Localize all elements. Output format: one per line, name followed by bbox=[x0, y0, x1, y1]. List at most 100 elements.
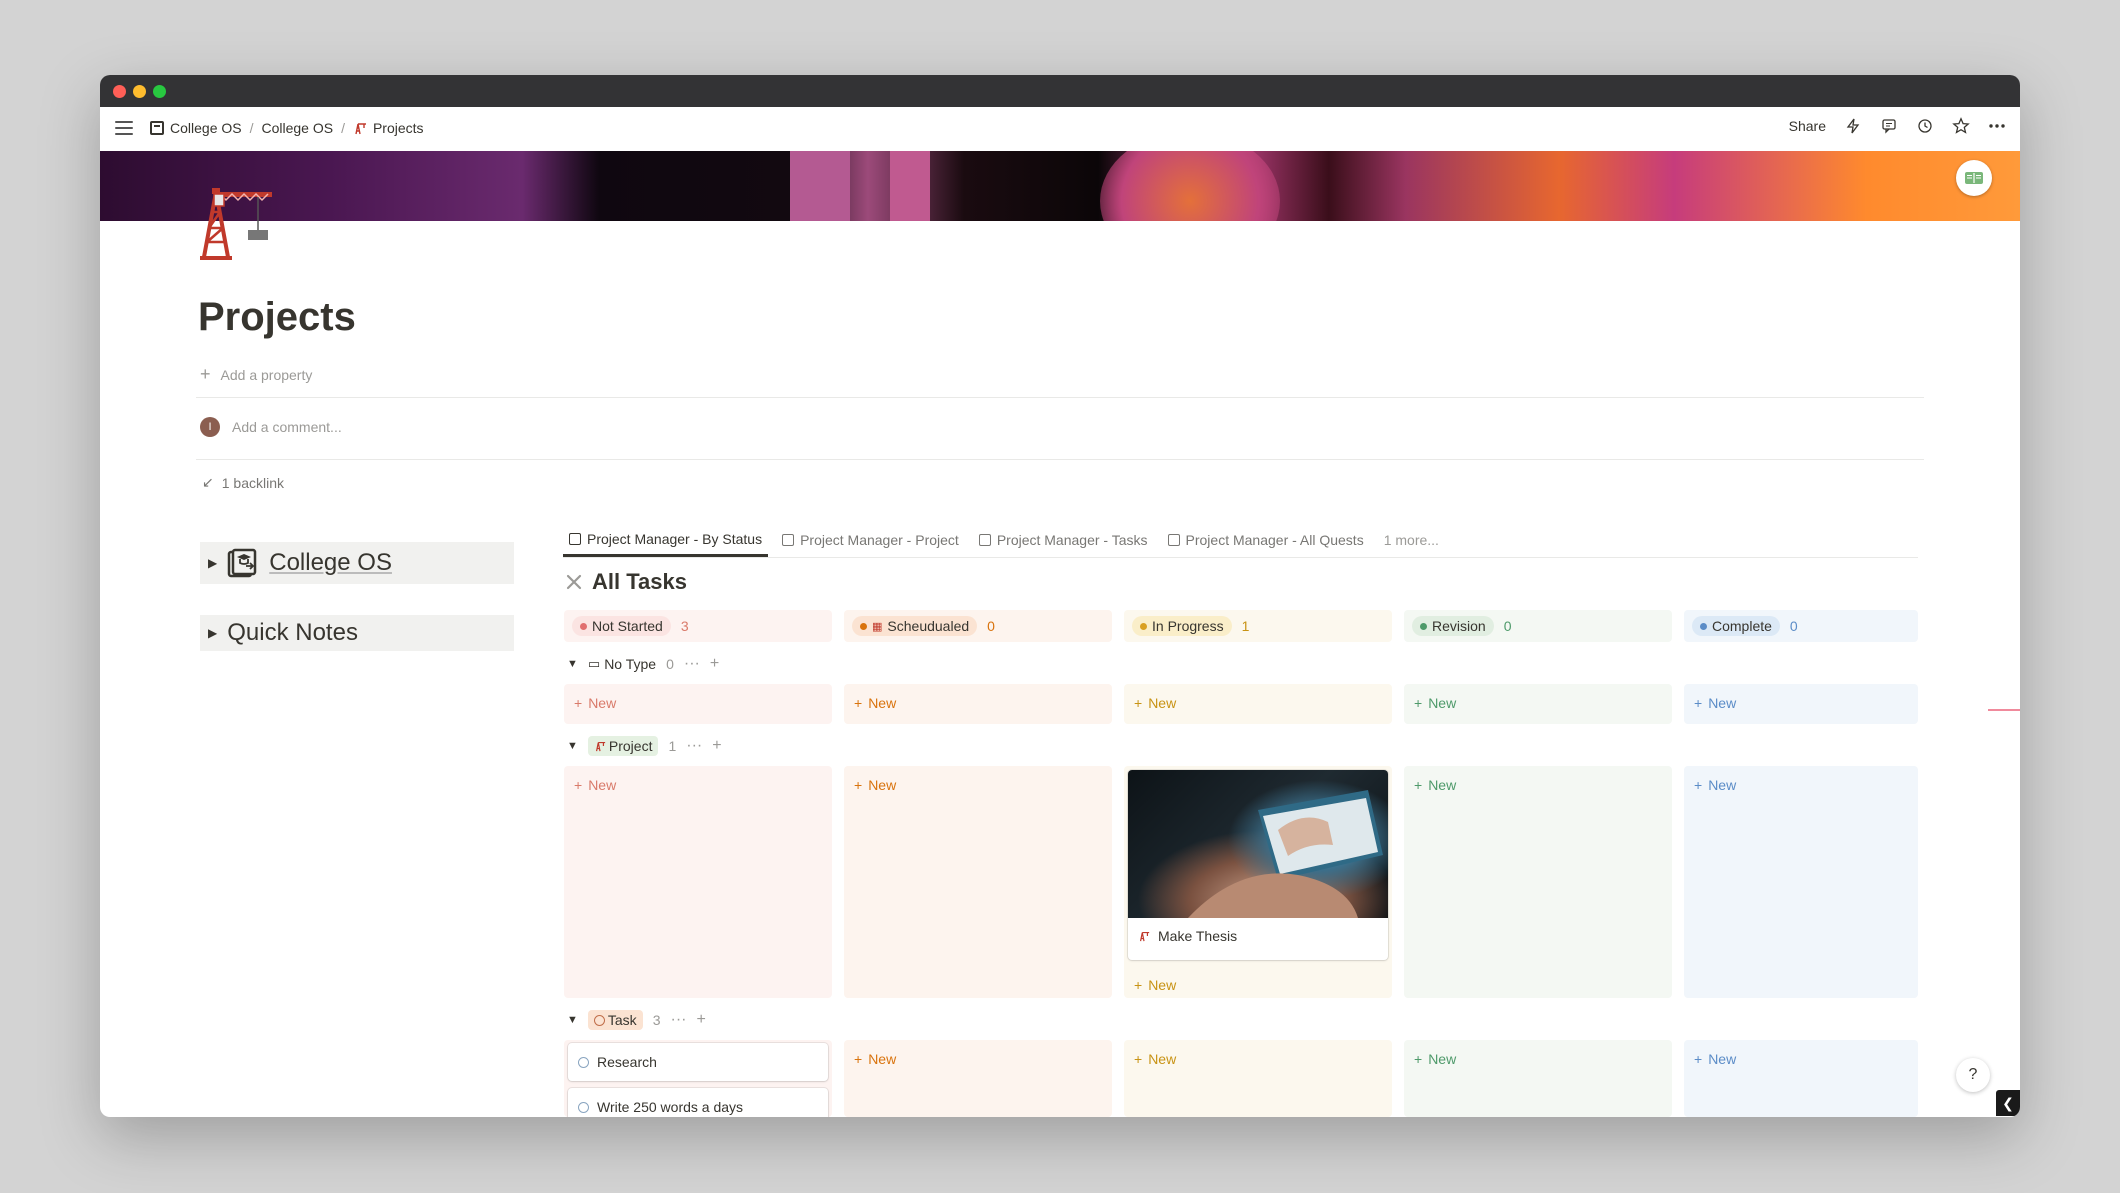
tab-tasks[interactable]: Project Manager - Tasks bbox=[973, 523, 1154, 557]
new-card-button[interactable]: + New bbox=[1134, 977, 1176, 993]
column-count: 0 bbox=[1503, 618, 1512, 634]
lightning-icon[interactable] bbox=[1844, 117, 1862, 135]
group-no-type: ▼ ▭ No Type 0 ··· + bbox=[567, 655, 719, 673]
inbox-icon: ▭ bbox=[587, 656, 601, 671]
tab-all-quests[interactable]: Project Manager - All Quests bbox=[1162, 523, 1370, 557]
comment-icon[interactable] bbox=[1880, 117, 1898, 135]
status-label: In Progress bbox=[1152, 618, 1224, 634]
board-cell bbox=[1684, 766, 1918, 998]
plus-icon: + bbox=[854, 695, 863, 711]
group-project: ▼ Project 1 ··· + bbox=[567, 736, 722, 756]
comment-input[interactable]: I Add a comment... bbox=[200, 417, 342, 437]
help-button[interactable]: ? bbox=[1956, 1058, 1990, 1092]
add-property-button[interactable]: + Add a property bbox=[200, 364, 312, 385]
clock-icon[interactable] bbox=[1916, 117, 1934, 135]
clock-icon bbox=[578, 1101, 589, 1113]
new-card-button[interactable]: + New bbox=[854, 1051, 896, 1067]
share-button[interactable]: Share bbox=[1789, 118, 1826, 134]
clock-icon bbox=[593, 1014, 605, 1026]
triangle-down-icon[interactable]: ▼ bbox=[567, 658, 578, 670]
triangle-right-icon[interactable]: ▶ bbox=[208, 556, 217, 570]
new-card-button[interactable]: + New bbox=[1134, 695, 1176, 711]
card-title: Research bbox=[568, 1043, 828, 1081]
status-pill: Revision bbox=[1412, 616, 1494, 636]
plus-icon[interactable]: + bbox=[696, 1011, 705, 1029]
triangle-right-icon[interactable]: ▶ bbox=[208, 626, 217, 640]
toggle-college-os[interactable]: ▶ College OS bbox=[200, 542, 514, 584]
new-card-button[interactable]: + New bbox=[1694, 695, 1736, 711]
status-pill: Not Started bbox=[572, 616, 671, 636]
card-write-250-words[interactable]: Write 250 words a days bbox=[568, 1088, 828, 1117]
tab-by-status[interactable]: Project Manager - By Status bbox=[563, 523, 769, 557]
card-title-label: Write 250 words a days bbox=[597, 1099, 744, 1115]
more-icon[interactable]: ··· bbox=[670, 1011, 686, 1029]
new-card-button[interactable]: + New bbox=[1414, 777, 1456, 793]
close-window-button[interactable] bbox=[113, 85, 126, 98]
breadcrumb-college-os-root[interactable]: College OS bbox=[148, 120, 244, 136]
column-header-in-progress[interactable]: In Progress 1 bbox=[1124, 610, 1392, 642]
group-pill[interactable]: Project bbox=[587, 736, 659, 756]
column-count: 3 bbox=[680, 618, 689, 634]
column-header-scheudualed[interactable]: ▦ Scheudualed 0 bbox=[844, 610, 1112, 642]
more-icon[interactable]: ··· bbox=[686, 737, 702, 755]
new-label: New bbox=[1148, 977, 1177, 993]
triangle-down-icon[interactable]: ▼ bbox=[567, 1014, 578, 1026]
more-icon[interactable]: ··· bbox=[684, 655, 700, 673]
tab-label: Project Manager - Project bbox=[800, 532, 959, 548]
tab-project[interactable]: Project Manager - Project bbox=[776, 523, 965, 557]
new-label: New bbox=[868, 777, 897, 793]
new-label: New bbox=[1428, 777, 1457, 793]
group-label[interactable]: No Type bbox=[604, 656, 656, 672]
backlink-button[interactable]: ↙ 1 backlink bbox=[202, 474, 284, 491]
card-make-thesis[interactable]: Make Thesis bbox=[1128, 770, 1388, 960]
notebook-icon bbox=[150, 121, 164, 135]
plus-icon: + bbox=[1134, 977, 1143, 993]
new-card-button[interactable]: + New bbox=[1134, 1051, 1176, 1067]
crane-icon[interactable] bbox=[196, 180, 278, 260]
plus-icon[interactable]: + bbox=[710, 655, 719, 673]
status-pill: ▦ Scheudualed bbox=[852, 616, 978, 636]
triangle-down-icon[interactable]: ▼ bbox=[567, 740, 578, 752]
divider bbox=[196, 397, 1924, 398]
tools-icon bbox=[566, 574, 582, 590]
column-header-not-started[interactable]: Not Started 3 bbox=[564, 610, 832, 642]
more-icon[interactable] bbox=[1988, 117, 2006, 135]
tab-more[interactable]: 1 more... bbox=[1378, 523, 1445, 557]
book-icon[interactable] bbox=[1956, 160, 1992, 196]
column-header-complete[interactable]: Complete 0 bbox=[1684, 610, 1918, 642]
group-label: Project bbox=[608, 738, 653, 754]
divider bbox=[196, 459, 1924, 460]
page-title[interactable]: Projects bbox=[198, 295, 356, 340]
board-title-label[interactable]: All Tasks bbox=[592, 569, 687, 595]
new-card-button[interactable]: + New bbox=[1414, 1051, 1456, 1067]
star-icon[interactable] bbox=[1952, 117, 1970, 135]
new-label: New bbox=[1148, 1051, 1177, 1067]
board-cell bbox=[564, 766, 832, 998]
toggle-quick-notes[interactable]: ▶ Quick Notes bbox=[200, 615, 514, 651]
new-label: New bbox=[1428, 695, 1457, 711]
new-card-button[interactable]: + New bbox=[574, 777, 616, 793]
comment-placeholder: Add a comment... bbox=[232, 419, 342, 435]
group-count: 1 bbox=[668, 738, 677, 754]
column-header-revision[interactable]: Revision 0 bbox=[1404, 610, 1672, 642]
plus-icon: + bbox=[1134, 695, 1143, 711]
card-research[interactable]: Research bbox=[568, 1043, 828, 1081]
new-card-button[interactable]: + New bbox=[854, 777, 896, 793]
maximize-window-button[interactable] bbox=[153, 85, 166, 98]
group-pill[interactable]: Task bbox=[587, 1010, 643, 1030]
new-card-button[interactable]: + New bbox=[1414, 695, 1456, 711]
new-card-button[interactable]: + New bbox=[1694, 1051, 1736, 1067]
new-card-button[interactable]: + New bbox=[574, 695, 616, 711]
breadcrumb-college-os[interactable]: College OS bbox=[259, 120, 335, 136]
new-label: New bbox=[1708, 695, 1737, 711]
breadcrumb-projects[interactable]: Projects bbox=[351, 120, 426, 136]
new-card-button[interactable]: + New bbox=[1694, 777, 1736, 793]
minimize-window-button[interactable] bbox=[133, 85, 146, 98]
tab-label: Project Manager - All Quests bbox=[1185, 532, 1364, 548]
menu-icon[interactable] bbox=[115, 121, 133, 135]
plus-icon[interactable]: + bbox=[712, 737, 721, 755]
chevron-left-icon[interactable]: ❮ bbox=[1996, 1090, 2020, 1116]
page-actions: Share bbox=[1789, 117, 2006, 135]
new-card-button[interactable]: + New bbox=[854, 695, 896, 711]
status-label: Revision bbox=[1432, 618, 1486, 634]
